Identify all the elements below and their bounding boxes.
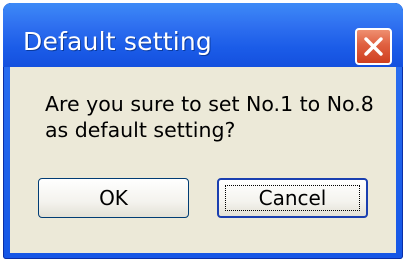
cancel-label: Cancel [258, 186, 327, 210]
dialog-message: Are you sure to set No.1 to No.8 as defa… [45, 91, 385, 143]
close-button[interactable] [355, 28, 392, 65]
ok-button[interactable]: OK [38, 178, 189, 218]
cancel-button[interactable]: Cancel [217, 178, 368, 218]
dialog-window: Default setting Are you sure to set No.1… [3, 3, 403, 259]
message-line-2: as default setting? [45, 118, 236, 142]
dialog-title: Default setting [23, 27, 212, 56]
dialog-body: Are you sure to set No.1 to No.8 as defa… [10, 67, 396, 253]
title-bar[interactable]: Default setting [3, 3, 403, 67]
message-line-1: Are you sure to set No.1 to No.8 [45, 92, 374, 116]
close-icon [364, 37, 383, 56]
